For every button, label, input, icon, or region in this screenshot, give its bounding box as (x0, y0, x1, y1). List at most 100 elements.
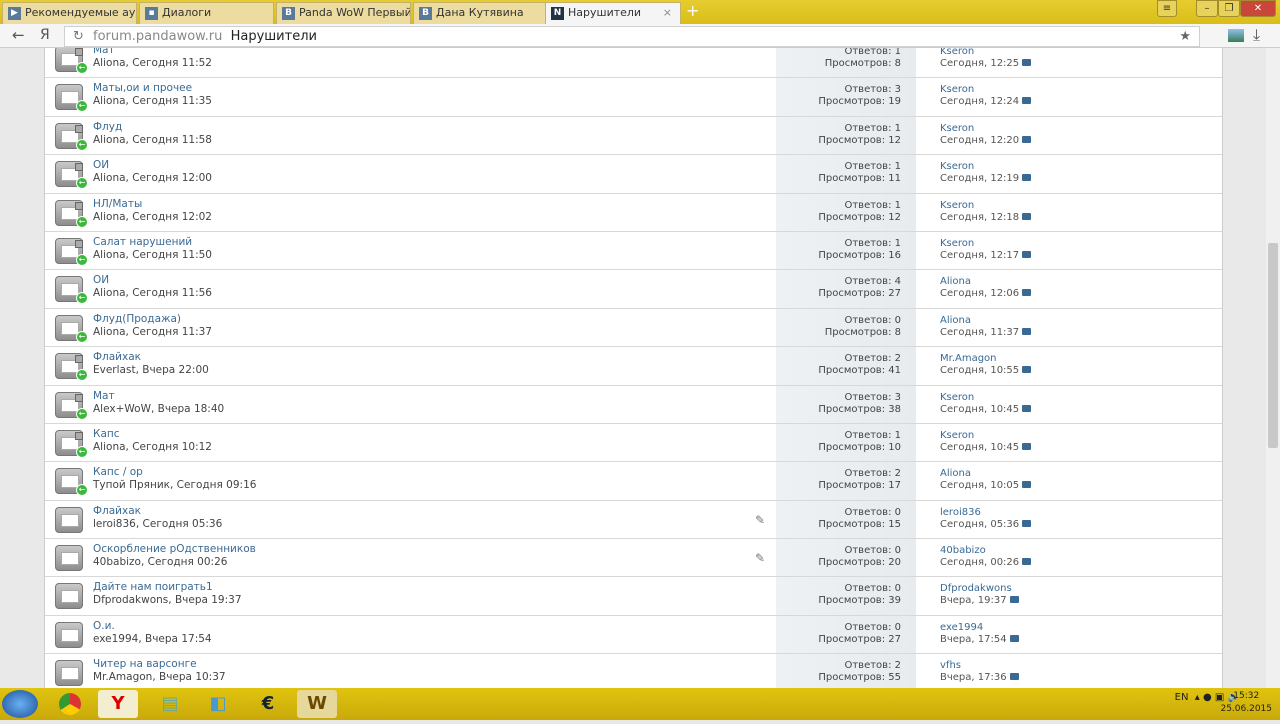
yandex-button[interactable]: Я (40, 27, 50, 43)
thread-row[interactable]: ← Флуд Aliona, Сегодня 11:58 Ответов: 1 Про… (45, 116, 1222, 156)
thread-row[interactable]: ← НЛ/Маты Aliona, Сегодня 12:02 Ответов: 1… (45, 193, 1222, 232)
thread-row[interactable]: Читер на варсонге Mr.Amagon, Вчера 10:37… (45, 654, 1222, 688)
go-to-last-post-icon[interactable] (1022, 558, 1032, 566)
thread-author-date: Aliona, Сегодня 11:37 (93, 325, 212, 338)
notepad-icon[interactable]: ◧ (198, 690, 238, 718)
euro-app-icon[interactable]: € (248, 690, 288, 718)
last-post-user[interactable]: Kseron (940, 123, 1031, 135)
last-post-user[interactable]: Kseron (940, 161, 1031, 173)
close-window-button[interactable]: ✕ (1240, 0, 1276, 17)
thread-row[interactable]: ← ОИ Aliona, Сегодня 12:00 Ответов: 1 Просм… (45, 155, 1222, 194)
tab-recommended-audio[interactable]: ▶ Рекомендуемые ауд (2, 2, 137, 24)
scrollbar[interactable] (1266, 48, 1280, 688)
thread-row[interactable]: ← Капс / ор Тупой Пряник, Сегодня 09:16 От… (45, 462, 1222, 501)
last-post-user[interactable]: exe1994 (940, 622, 1019, 634)
download-icon[interactable]: ⤓ (1253, 25, 1260, 45)
address-bar[interactable]: ↻ forum.pandawow.ru Нарушители ★ (64, 26, 1200, 47)
last-post-date: Сегодня, 10:05 (940, 480, 1020, 492)
thread-title[interactable]: НЛ/Маты (93, 198, 142, 210)
last-post-user[interactable]: Mr.Amagon (940, 353, 1031, 365)
last-post-user[interactable]: Kseron (940, 392, 1031, 404)
go-to-last-post-icon[interactable] (1022, 289, 1032, 297)
last-post-user[interactable]: Kseron (940, 200, 1031, 212)
thread-row[interactable]: Флайхак leroi836, Сегодня 05:36 ✎ Ответов:… (45, 500, 1222, 540)
lock-icon (75, 393, 83, 402)
thread-row[interactable]: ← Мат Alex+WoW, Вчера 18:40 Ответов: 3 Прос… (45, 385, 1222, 424)
menu-button[interactable]: ≡ (1157, 0, 1177, 17)
back-button[interactable]: ← (12, 26, 25, 44)
reload-icon[interactable]: ↻ (73, 27, 84, 46)
thread-title[interactable]: Мат (93, 390, 115, 402)
go-to-last-post-icon[interactable] (1009, 596, 1019, 604)
last-post-user[interactable]: Kseron (940, 238, 1031, 250)
tab-violators[interactable]: N Нарушители × (545, 2, 681, 25)
last-post-user[interactable]: Kseron (940, 84, 1031, 96)
thread-title[interactable]: Оскорбление рОдственников (93, 543, 256, 555)
close-tab-icon[interactable]: × (663, 6, 672, 19)
go-to-last-post-icon[interactable] (1009, 634, 1019, 642)
tab-dialogs[interactable]: ▪ Диалоги (139, 2, 274, 24)
thread-title[interactable]: ОИ (93, 274, 109, 286)
last-post-user[interactable]: Kseron (940, 430, 1031, 442)
last-post-user[interactable]: Aliona (940, 276, 1031, 288)
go-to-last-post-icon[interactable] (1022, 442, 1032, 450)
last-post-user[interactable]: Aliona (940, 315, 1031, 327)
new-tab-button[interactable]: + (686, 3, 699, 19)
thread-row[interactable]: ← Капс Aliona, Сегодня 10:12 Ответов: 1 Про… (45, 423, 1222, 463)
thread-row[interactable]: ← Маты,ои и прочее Aliona, Сегодня 11:35 О… (45, 78, 1222, 117)
go-to-last-post-icon[interactable] (1009, 673, 1019, 681)
thread-row[interactable]: ← ОИ Aliona, Сегодня 11:56 Ответов: 4 Просм… (45, 270, 1222, 309)
moved-arrow-icon: ← (76, 177, 88, 190)
go-to-last-post-icon[interactable] (1022, 481, 1032, 489)
maximize-button[interactable]: ❐ (1218, 0, 1240, 17)
yandex-browser-icon[interactable]: Y (98, 690, 138, 718)
last-post-user[interactable]: Dfprodakwons (940, 583, 1019, 595)
go-to-last-post-icon[interactable] (1022, 174, 1032, 182)
thread-title[interactable]: Салат нарушений (93, 236, 192, 248)
go-to-last-post-icon[interactable] (1022, 97, 1032, 105)
thread-row[interactable]: ← Флайхак Everlast, Вчера 22:00 Ответов: 2… (45, 347, 1222, 386)
thread-title[interactable]: Капс / ор (93, 466, 143, 478)
go-to-last-post-icon[interactable] (1022, 366, 1032, 374)
last-post-user[interactable]: 40babizo (940, 545, 1031, 557)
minimize-button[interactable]: – (1196, 0, 1218, 17)
tab-dana[interactable]: В Дана Кутявина (413, 2, 548, 24)
thread-title[interactable]: Дайте нам поиграть1 (93, 581, 213, 593)
thread-title[interactable]: ОИ (93, 159, 109, 171)
replies-label: Ответов: (844, 237, 892, 249)
go-to-last-post-icon[interactable] (1022, 250, 1032, 258)
last-post-user[interactable]: Aliona (940, 468, 1031, 480)
thread-row[interactable]: ← Салат нарушений Aliona, Сегодня 11:50 От… (45, 231, 1222, 271)
thread-title[interactable]: Маты,ои и прочее (93, 82, 192, 94)
scrollbar-thumb[interactable] (1268, 243, 1278, 448)
last-post-user[interactable]: vfhs (940, 660, 1019, 672)
thread-title[interactable]: Читер на варсонге (93, 658, 197, 670)
tab-panda-wow[interactable]: В Panda WoW Первый (276, 2, 411, 24)
thread-row[interactable]: Оскорбление рОдственников 40babizo, Сего… (45, 539, 1222, 578)
attachment-icon: ✎ (755, 551, 766, 566)
go-to-last-post-icon[interactable] (1022, 135, 1032, 143)
go-to-last-post-icon[interactable] (1022, 59, 1032, 66)
go-to-last-post-icon[interactable] (1022, 519, 1032, 527)
wow-icon[interactable]: W (297, 690, 337, 718)
last-post-user[interactable]: leroi836 (940, 507, 1031, 519)
image-icon[interactable] (1228, 29, 1244, 42)
go-to-last-post-icon[interactable] (1022, 212, 1032, 220)
thread-title[interactable]: Флуд (93, 121, 122, 133)
bookmark-star-icon[interactable]: ★ (1179, 27, 1191, 46)
thread-title[interactable]: Флайхак (93, 505, 141, 517)
thread-row[interactable]: Дайте нам поиграть1 Dfprodakwons, Вчера … (45, 577, 1222, 616)
language-indicator[interactable]: EN (1175, 692, 1189, 703)
thread-title[interactable]: Капс (93, 428, 120, 440)
thread-title[interactable]: Флуд(Продажа) (93, 313, 181, 325)
thread-row[interactable]: О.и. exe1994, Вчера 17:54 Ответов: 0 Просм… (45, 615, 1222, 655)
go-to-last-post-icon[interactable] (1022, 404, 1032, 412)
explorer-icon[interactable]: ▤ (150, 690, 190, 718)
thread-title[interactable]: Флайхак (93, 351, 141, 363)
thread-title[interactable]: О.и. (93, 620, 115, 632)
thread-row[interactable]: ← Флуд(Продажа) Aliona, Сегодня 11:37 Отве… (45, 308, 1222, 348)
clock[interactable]: 15:32 25.06.2015 (1220, 690, 1272, 716)
start-button[interactable] (2, 690, 38, 718)
go-to-last-post-icon[interactable] (1022, 327, 1032, 335)
chrome-icon[interactable] (50, 690, 90, 718)
